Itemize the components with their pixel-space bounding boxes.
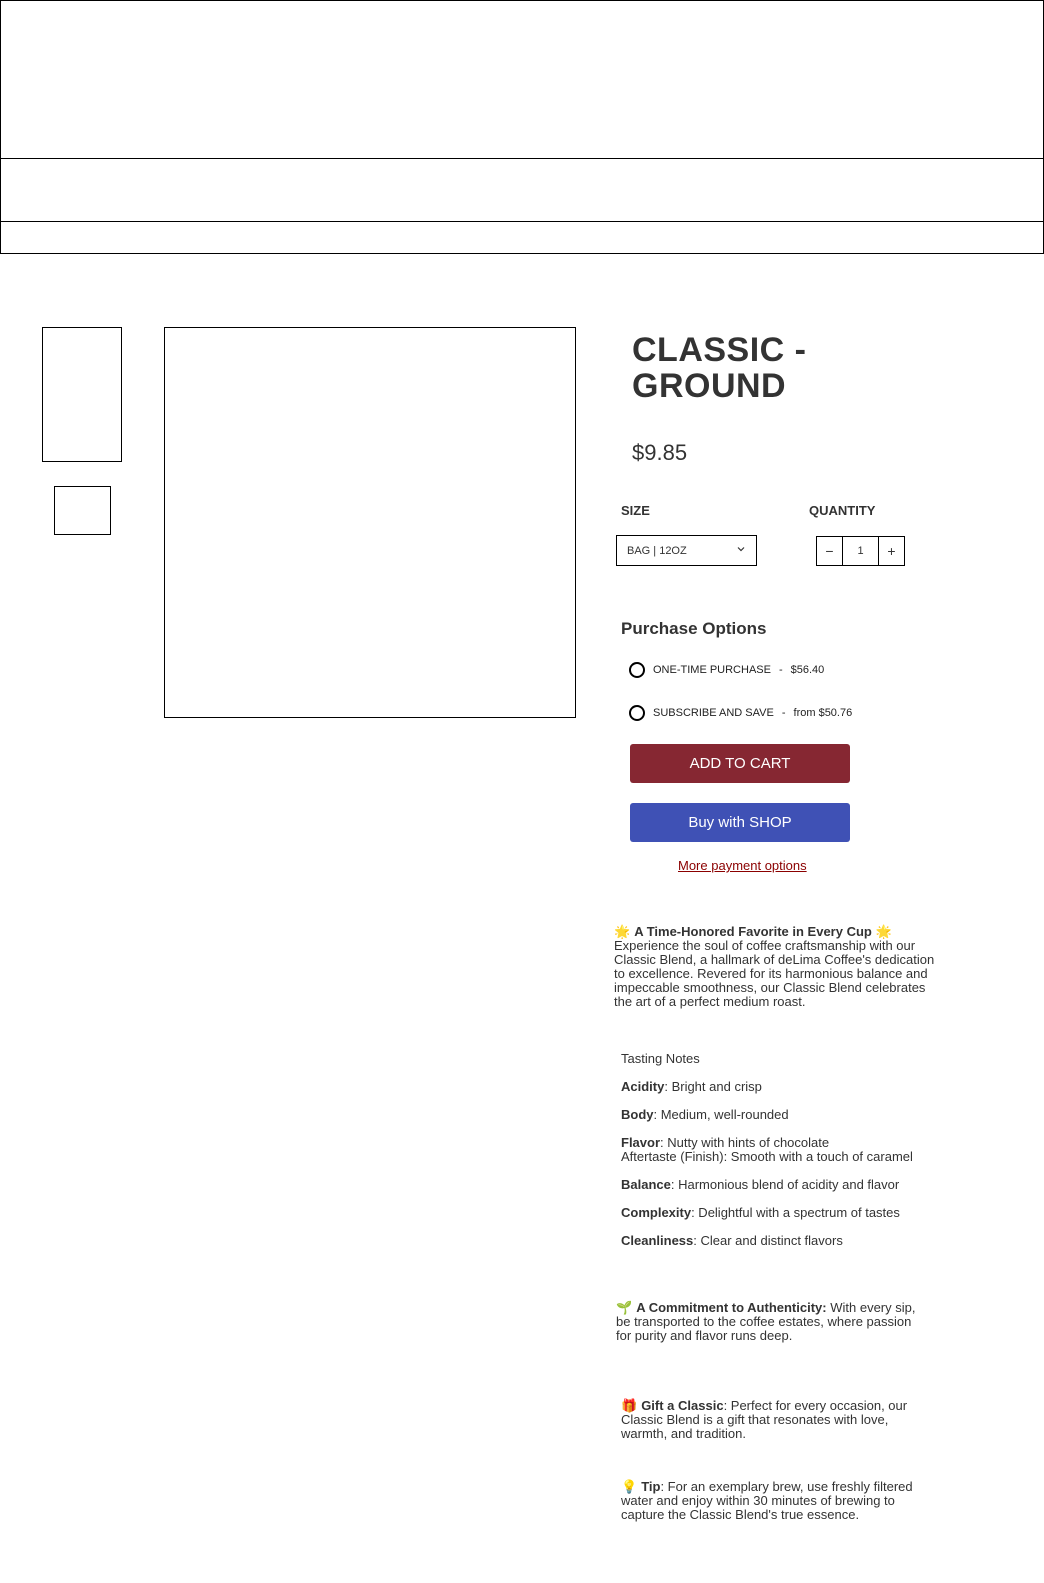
note-value: : Clear and distinct flavors [693, 1233, 843, 1248]
lightbulb-icon: 💡 [621, 1479, 638, 1494]
tip-text: : For an exemplary brew, use freshly fil… [621, 1479, 913, 1522]
gift-icon: 🎁 [621, 1398, 638, 1413]
note-value: : Medium, well-rounded [653, 1107, 789, 1122]
quantity-input[interactable]: 1 [843, 537, 878, 565]
product-thumbnail-2[interactable] [54, 486, 111, 535]
option-price: from $50.76 [793, 707, 853, 719]
quantity-increase-button[interactable]: + [878, 537, 904, 565]
seedling-icon: 🌱 [616, 1300, 633, 1315]
product-title: CLASSIC - GROUND [632, 331, 807, 405]
note-key: Acidity [621, 1079, 665, 1094]
tasting-notes: Tasting Notes Acidity: Bright and crisp … [621, 1052, 941, 1262]
product-price: $9.85 [632, 440, 688, 465]
note-key: Complexity [621, 1205, 692, 1220]
option-label: ONE-TIME PURCHASE [653, 664, 771, 676]
tip-title: Tip [641, 1479, 661, 1494]
gift-title: Gift a Classic [641, 1398, 724, 1413]
purchase-options-title: Purchase Options [621, 619, 767, 638]
option-separator: - [781, 707, 786, 719]
star-icon: 🌟 [875, 924, 892, 939]
note-flavor: Flavor: Nutty with hints of chocolate Af… [621, 1136, 941, 1164]
tasting-notes-title: Tasting Notes [621, 1051, 700, 1066]
buy-with-shop-button[interactable]: Buy with SHOP [630, 803, 850, 842]
tip-section: 💡 Tip: For an exemplary brew, use freshly… [621, 1480, 931, 1522]
note-complexity: Complexity: Delightful with a spectrum o… [621, 1206, 941, 1220]
description-intro: 🌟 A Time-Honored Favorite in Every Cup 🌟 … [614, 925, 939, 1009]
product-page: CLASSIC - GROUND $9.85 SIZE QUANTITY BAG… [0, 0, 1044, 1583]
note-balance: Balance: Harmonious blend of acidity and… [621, 1178, 941, 1192]
gift-section: 🎁 Gift a Classic: Perfect for every occas… [621, 1399, 921, 1441]
header-nav-placeholder [0, 158, 1044, 222]
note-value: : Harmonious blend of acidity and flavor [670, 1177, 900, 1192]
note-cleanliness: Cleanliness: Clear and distinct flavors [621, 1234, 941, 1248]
note-acidity: Acidity: Bright and crisp [621, 1080, 941, 1094]
radio-icon[interactable] [629, 662, 645, 678]
note-key: Cleanliness [621, 1233, 694, 1248]
header-bar-placeholder [0, 221, 1044, 254]
note-key: Body [621, 1107, 654, 1122]
quantity-stepper: − 1 + [816, 536, 905, 566]
note-aftertaste: Aftertaste (Finish): Smooth with a touch… [621, 1149, 913, 1164]
quantity-decrease-button[interactable]: − [817, 537, 843, 565]
star-icon: 🌟 [614, 924, 631, 939]
radio-icon[interactable] [629, 705, 645, 721]
option-price: $56.40 [790, 664, 825, 676]
purchase-option-one-time[interactable]: ONE-TIME PURCHASE - $56.40 [629, 662, 824, 678]
size-label: SIZE [621, 503, 650, 518]
intro-title: A Time-Honored Favorite in Every Cup [634, 924, 872, 939]
product-thumbnail-1[interactable] [42, 327, 122, 462]
header-top-placeholder [0, 0, 1044, 159]
note-value: : Delightful with a spectrum of tastes [691, 1205, 900, 1220]
note-body: Body: Medium, well-rounded [621, 1108, 941, 1122]
authenticity-title: A Commitment to Authenticity: [636, 1300, 827, 1315]
note-value: : Bright and crisp [664, 1079, 762, 1094]
purchase-option-subscribe[interactable]: SUBSCRIBE AND SAVE - from $50.76 [629, 705, 852, 721]
size-select[interactable]: BAG | 12OZ [616, 535, 757, 566]
intro-text: Experience the soul of coffee craftsmans… [614, 938, 935, 1009]
note-key: Balance [621, 1177, 671, 1192]
option-separator: - [778, 664, 783, 676]
product-main-image [164, 327, 576, 718]
note-value: : Nutty with hints of chocolate [660, 1135, 830, 1150]
more-payment-options-link[interactable]: More payment options [678, 858, 807, 873]
add-to-cart-button[interactable]: ADD TO CART [630, 744, 850, 783]
size-select-value: BAG | 12OZ [627, 544, 687, 557]
note-key: Flavor [621, 1135, 661, 1150]
quantity-label: QUANTITY [809, 503, 876, 518]
option-label: SUBSCRIBE AND SAVE [653, 707, 774, 719]
authenticity-section: 🌱 A Commitment to Authenticity: With ever… [616, 1301, 926, 1343]
chevron-down-icon [736, 544, 746, 557]
